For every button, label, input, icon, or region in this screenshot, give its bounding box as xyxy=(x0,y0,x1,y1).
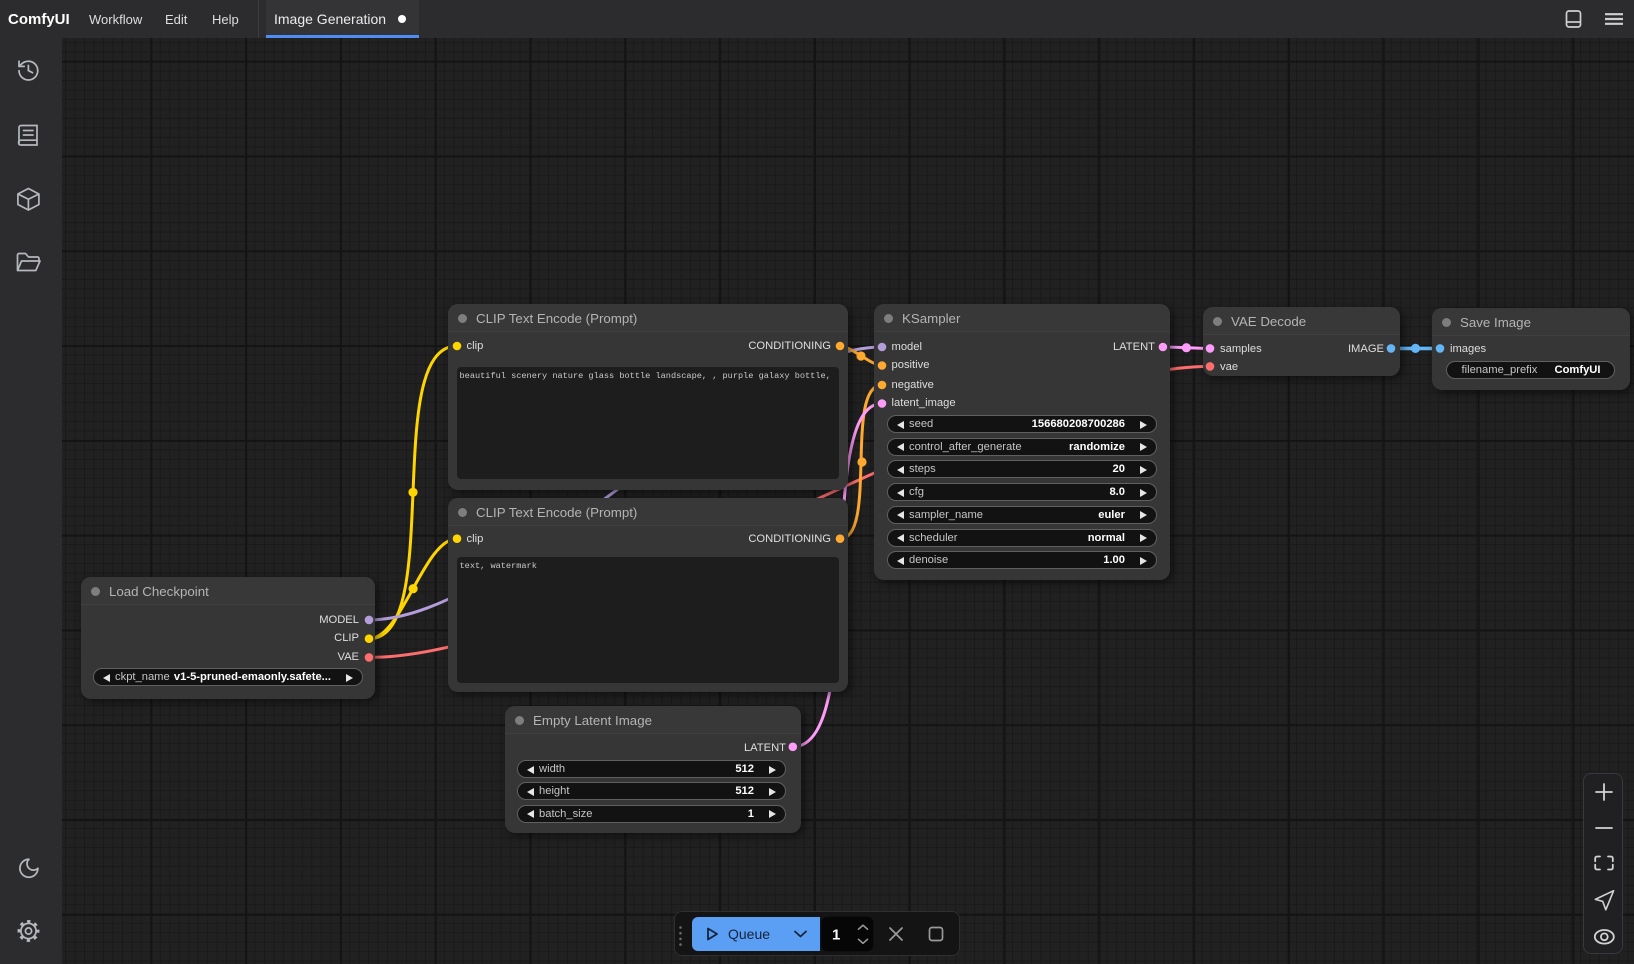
svg-text:1: 1 xyxy=(832,927,840,944)
svg-text:Queue: Queue xyxy=(728,926,770,942)
